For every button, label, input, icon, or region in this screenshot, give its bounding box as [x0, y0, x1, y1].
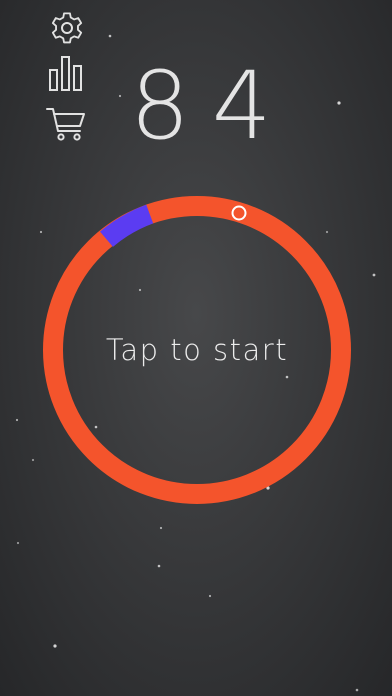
stats-button[interactable]	[44, 54, 88, 94]
gear-icon	[51, 12, 83, 44]
target-zone	[100, 204, 154, 247]
shop-button[interactable]	[44, 104, 88, 144]
score-display: 84	[130, 52, 294, 161]
bar-chart-icon	[49, 56, 82, 91]
shopping-cart-icon	[46, 108, 85, 141]
tap-to-start-label: Tap to start	[105, 333, 289, 367]
settings-button[interactable]	[44, 8, 88, 48]
